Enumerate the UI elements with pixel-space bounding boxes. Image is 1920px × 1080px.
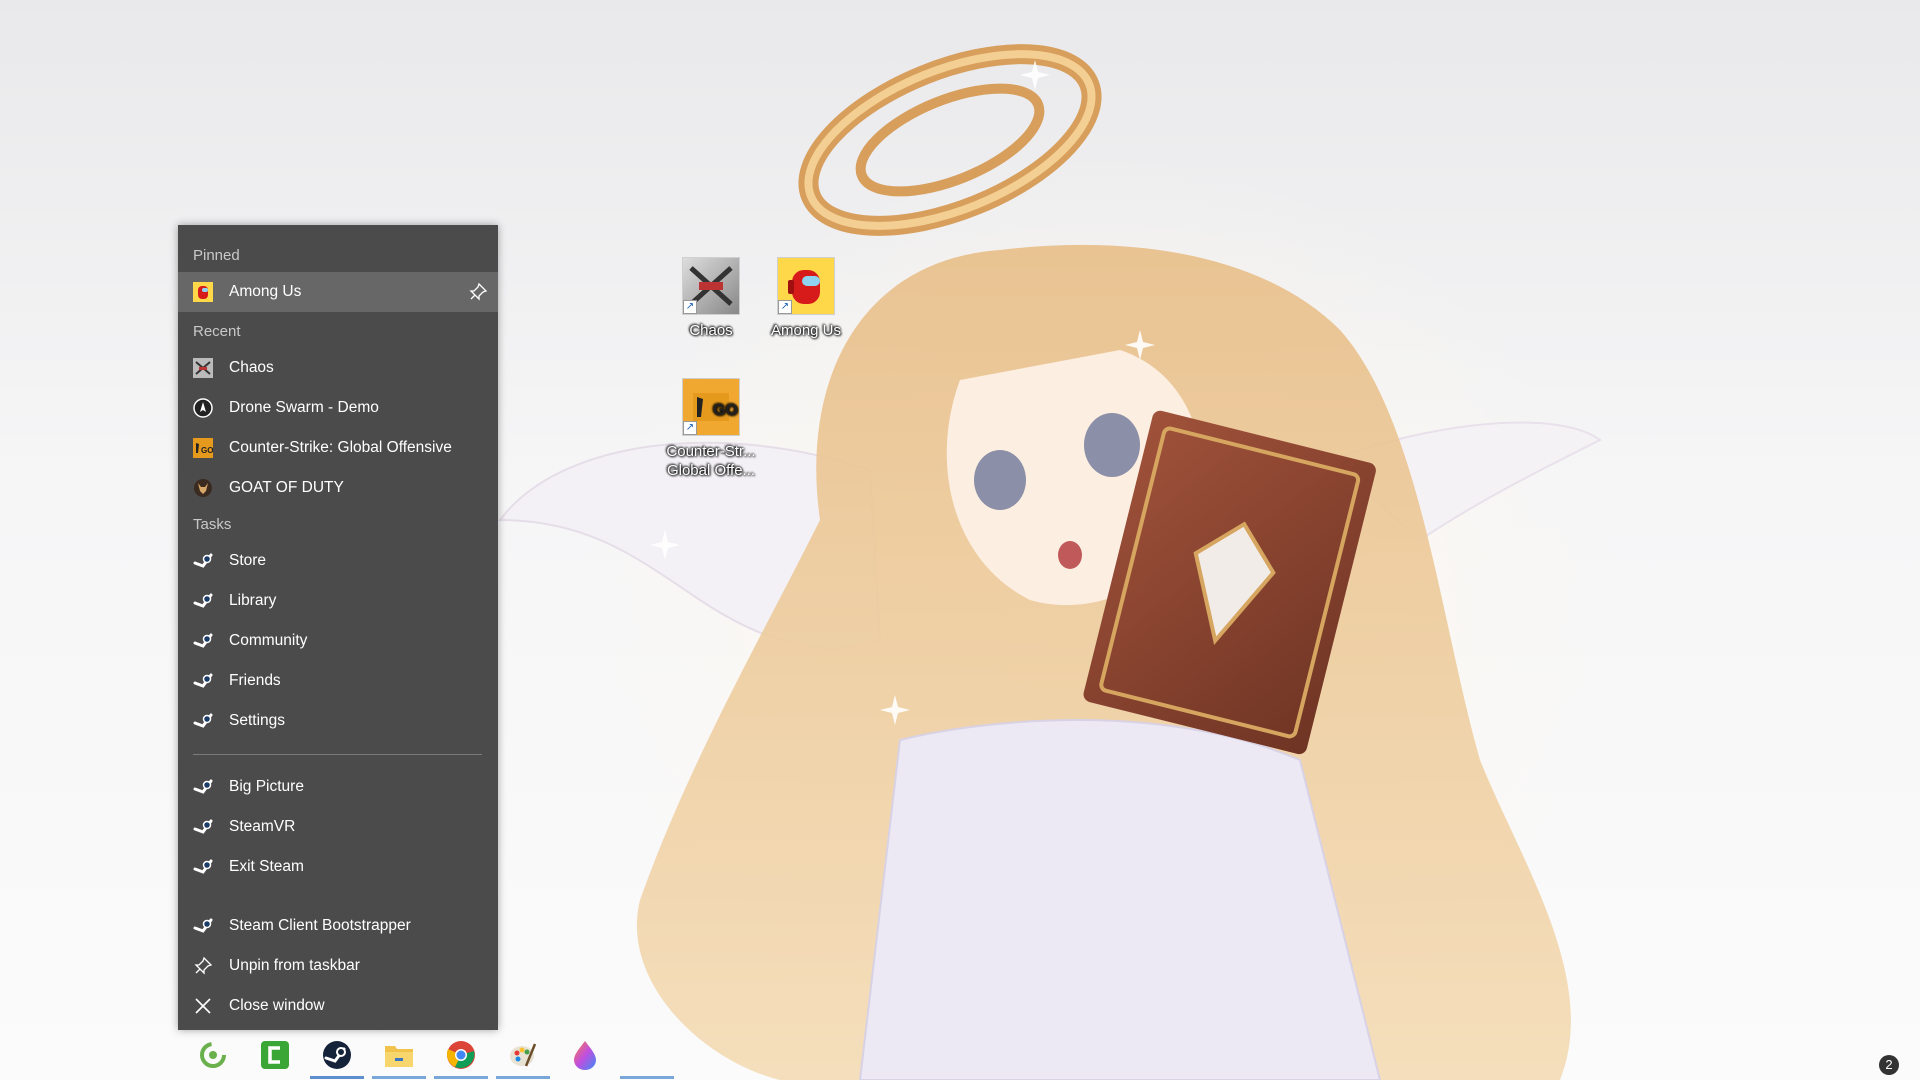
camtasia-icon: [261, 1041, 289, 1069]
jumplist-item-label: Store: [229, 552, 267, 569]
jumplist-item-label: Counter-Strike: Global Offensive: [229, 439, 452, 456]
goat-of-duty-icon: [194, 479, 212, 497]
among-us-icon: [193, 282, 213, 302]
jumplist-item-label: Exit Steam: [229, 858, 304, 875]
running-indicator: [496, 1076, 550, 1079]
jumplist-item-csgo[interactable]: GO Counter-Strike: Global Offensive: [178, 428, 498, 468]
desktop-icon-label: Chaos: [689, 322, 733, 339]
csgo-icon: GO ↗: [682, 378, 740, 436]
drone-swarm-icon: [193, 398, 213, 418]
green-swirl-app-icon: [200, 1042, 226, 1068]
shortcut-arrow-icon: ↗: [683, 421, 697, 435]
jumplist-item-drone-swarm[interactable]: Drone Swarm - Demo: [178, 388, 498, 428]
taskbar-app-chrome[interactable]: [431, 1030, 491, 1080]
taskbar-app-droplet[interactable]: [555, 1030, 615, 1080]
running-indicator: [372, 1076, 426, 1079]
chaos-icon: ↗: [682, 257, 740, 315]
running-indicator: [620, 1076, 674, 1079]
blank-app-icon: [635, 1043, 659, 1067]
jumplist-header-tasks: Tasks: [193, 516, 232, 533]
taskbar-app-file-explorer[interactable]: [369, 1030, 429, 1080]
taskbar-app-green-swirl[interactable]: [183, 1030, 243, 1080]
svg-text:GO: GO: [713, 402, 738, 419]
close-icon: [195, 998, 211, 1014]
jumplist-item-big-picture[interactable]: Big Picture: [178, 767, 498, 807]
jumplist-item-steamvr[interactable]: SteamVR: [178, 807, 498, 847]
jumplist-item-label: Friends: [229, 672, 281, 689]
taskbar-app-camtasia[interactable]: [245, 1030, 305, 1080]
csgo-icon: GO: [193, 438, 213, 458]
droplet-app-icon: [574, 1041, 596, 1070]
jumplist-item-library[interactable]: Library: [178, 581, 498, 621]
taskbar-app-steam[interactable]: [307, 1030, 367, 1080]
desktop-icon-label: Among Us: [770, 322, 842, 339]
desktop-icon-label-line2: Global Offe...: [666, 462, 756, 479]
desktop-icon-chaos[interactable]: ↗ Chaos: [663, 257, 759, 340]
jumplist-item-exit-steam[interactable]: Exit Steam: [178, 847, 498, 887]
steam-icon: [193, 713, 213, 728]
desktop-icon-among-us[interactable]: ↗ Among Us: [758, 257, 854, 340]
steam-icon: [193, 673, 213, 688]
desktop-icon-label-line1: Counter-Str...: [666, 443, 756, 460]
jumplist-item-label: Settings: [229, 712, 286, 729]
jumplist-item-label: Unpin from taskbar: [229, 957, 360, 974]
jumplist-item-label: Drone Swarm - Demo: [229, 399, 379, 416]
jumplist-header-recent: Recent: [193, 323, 241, 340]
jumplist-item-label: Chaos: [229, 359, 274, 376]
jumplist-item-label: Among Us: [229, 283, 302, 300]
taskbar-app-blank[interactable]: [617, 1030, 677, 1080]
desktop-icon-csgo[interactable]: GO ↗ Counter-Str... Global Offe...: [663, 378, 759, 480]
jumplist-item-label: Community: [229, 632, 308, 649]
shortcut-arrow-icon: ↗: [683, 300, 697, 314]
svg-text:GO: GO: [201, 446, 213, 455]
jumplist-item-label: Library: [229, 592, 277, 609]
steam-icon: [193, 593, 213, 608]
jumplist-item-goat-of-duty[interactable]: GOAT OF DUTY: [178, 468, 498, 508]
jumplist-item-label: Close window: [229, 997, 325, 1014]
jumplist-item-chaos[interactable]: Chaos: [178, 348, 498, 388]
jumplist-item-among-us[interactable]: Among Us: [178, 272, 498, 312]
taskbar: [0, 1030, 1920, 1080]
steam-icon: [193, 633, 213, 648]
taskbar-app-paint[interactable]: [493, 1030, 553, 1080]
jumplist-item-store[interactable]: Store: [178, 541, 498, 581]
unpin-icon[interactable]: [468, 282, 488, 302]
steam-icon: [193, 553, 213, 568]
jumplist-item-unpin-from-taskbar[interactable]: Unpin from taskbar: [178, 946, 498, 986]
jumplist-item-label: GOAT OF DUTY: [229, 479, 344, 496]
steam-icon: [193, 779, 213, 794]
jumplist-item-close-window[interactable]: Close window: [178, 986, 498, 1026]
running-indicator: [434, 1076, 488, 1079]
jumplist-separator: [193, 754, 482, 755]
file-explorer-icon: [385, 1046, 413, 1067]
chrome-icon: [446, 1041, 475, 1069]
chaos-icon: [193, 358, 213, 378]
jumplist-item-community[interactable]: Community: [178, 621, 498, 661]
among-us-icon: ↗: [777, 257, 835, 315]
steam-icon: [323, 1041, 351, 1069]
steam-icon: [193, 918, 213, 933]
running-indicator: [310, 1076, 364, 1079]
steam-icon: [193, 859, 213, 874]
jumplist-header-pinned: Pinned: [193, 247, 240, 264]
jumplist-item-settings[interactable]: Settings: [178, 701, 498, 741]
jumplist-item-label: Steam Client Bootstrapper: [229, 917, 411, 934]
jumplist-item-label: Big Picture: [229, 778, 304, 795]
notification-count-badge[interactable]: 2: [1879, 1055, 1899, 1075]
jumplist-item-steam-client-bootstrapper[interactable]: Steam Client Bootstrapper: [178, 906, 498, 946]
jumplist-item-label: SteamVR: [229, 818, 296, 835]
steam-jump-list: Pinned Among Us Recent Chaos Drone Swarm…: [178, 225, 498, 1030]
jumplist-item-friends[interactable]: Friends: [178, 661, 498, 701]
shortcut-arrow-icon: ↗: [778, 300, 792, 314]
steam-icon: [193, 819, 213, 834]
unpin-icon: [194, 956, 213, 975]
paint-icon: [510, 1043, 537, 1067]
